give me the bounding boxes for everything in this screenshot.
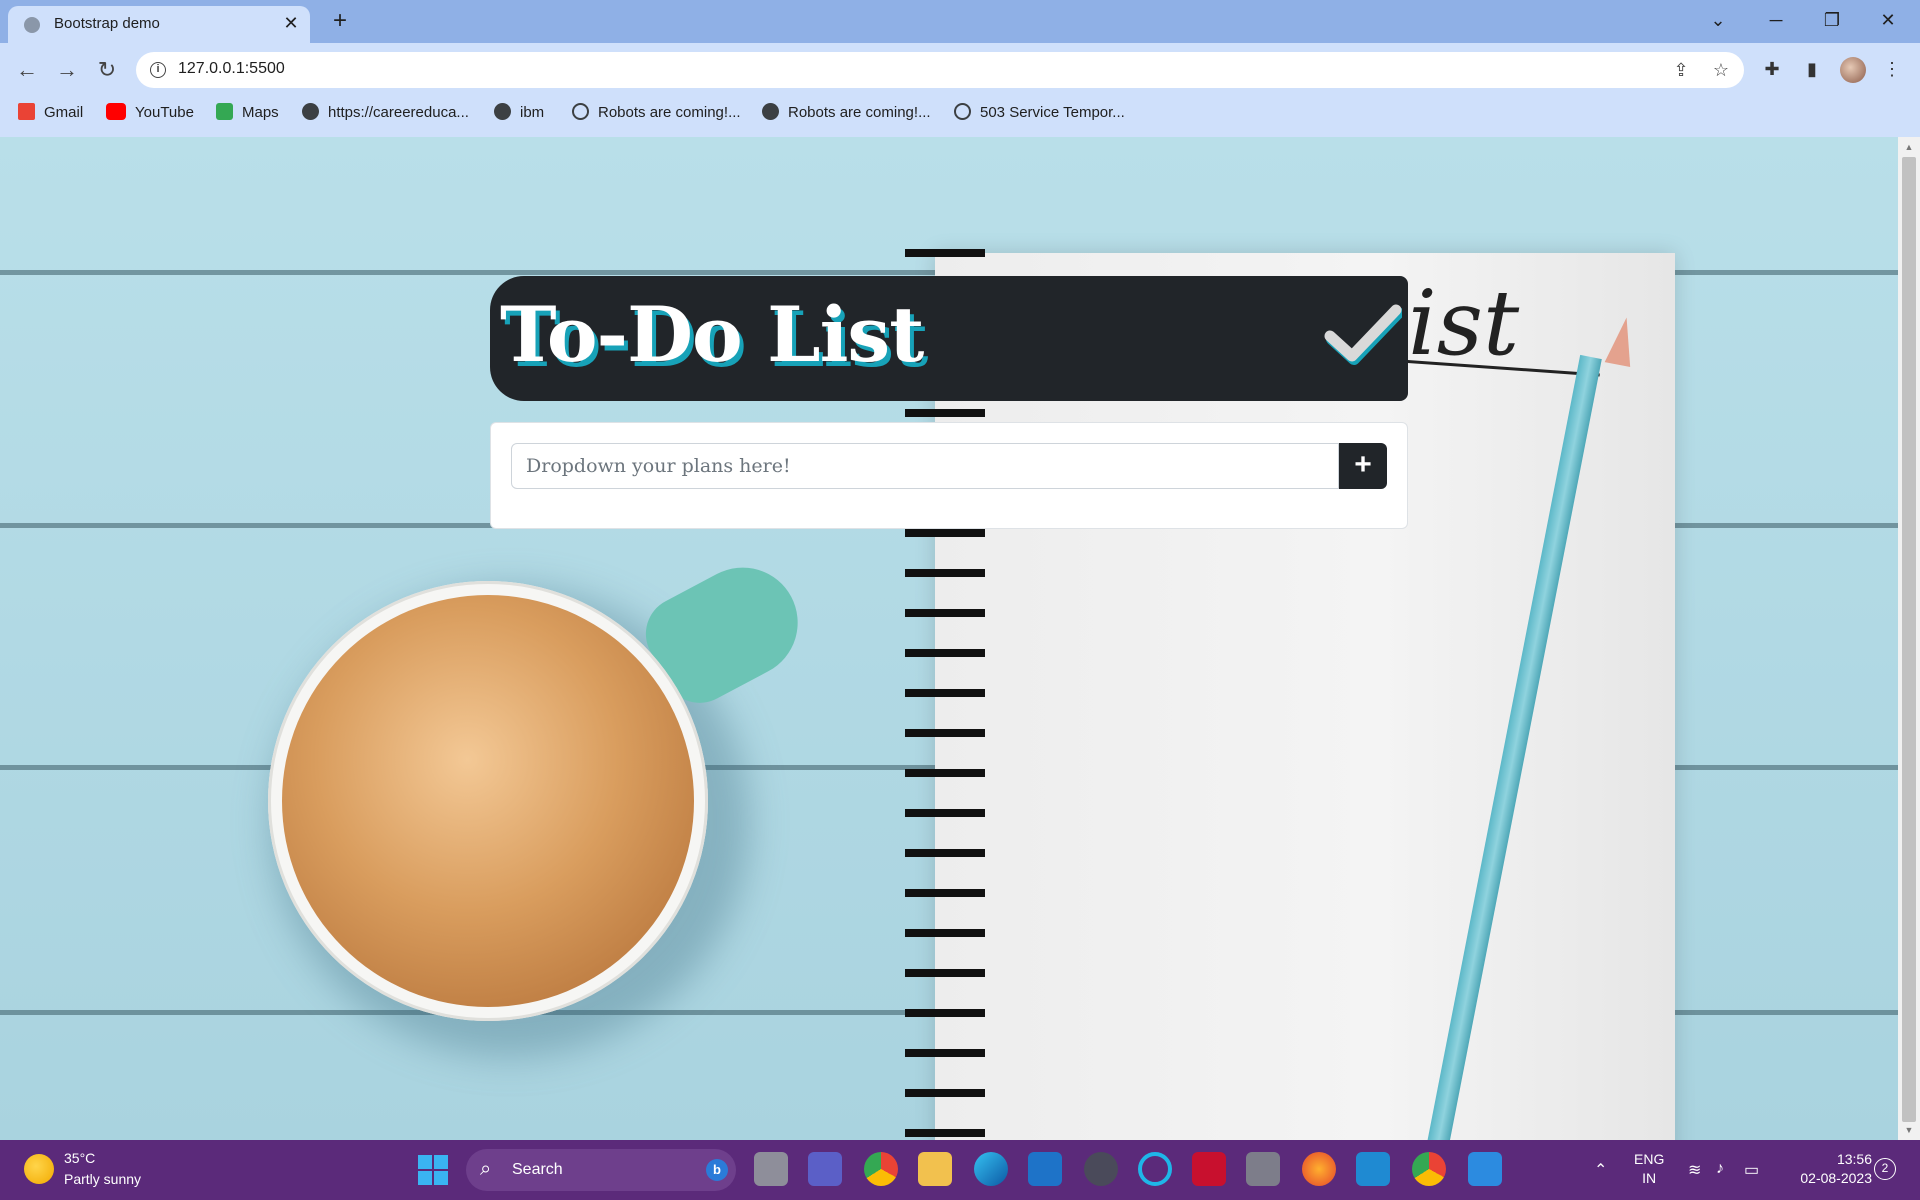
todo-input[interactable] [511,443,1339,489]
globe-icon [494,103,511,120]
close-tab-icon[interactable]: ✕ [280,12,302,34]
extensions-icon[interactable]: ✚ [1758,55,1786,83]
page-title: To-Do List [500,290,924,379]
clock-date: 02-08-2023 [1800,1170,1872,1186]
reload-button[interactable]: ↻ [92,55,122,85]
tab-search-icon[interactable]: ⌄ [1700,4,1736,36]
minimize-button[interactable]: ─ [1758,4,1794,36]
globe-icon [302,103,319,120]
edge-icon[interactable] [974,1152,1008,1186]
browser-tab[interactable]: Bootstrap demo ✕ [8,6,310,43]
task-view-icon[interactable] [754,1152,788,1186]
new-tab-button[interactable]: + [326,8,354,36]
bookmark-503[interactable]: 503 Service Tempor... [954,102,1125,124]
teams-chat-icon[interactable] [808,1152,842,1186]
volume-icon[interactable]: ♪ [1716,1160,1724,1178]
language-code: ENG [1634,1151,1665,1167]
address-url[interactable]: 127.0.0.1:5500 [178,60,285,78]
maps-icon [216,103,233,120]
search-label: Search [512,1161,563,1178]
weather-temperature[interactable]: 35°C [64,1150,95,1166]
checkmark-icon [1324,304,1402,365]
globe-icon [24,17,40,33]
gmail-icon [18,103,35,120]
bookmark-star-icon[interactable]: ☆ [1710,59,1732,81]
forward-button[interactable]: → [52,55,82,85]
chrome-active-icon[interactable] [1412,1152,1446,1186]
microsoft-store-icon[interactable] [1028,1152,1062,1186]
profile-avatar[interactable] [1840,57,1866,83]
bookmark-gmail[interactable]: Gmail [18,102,83,124]
bookmark-maps[interactable]: Maps [216,102,279,124]
address-bar[interactable]: i 127.0.0.1:5500 ⇪ ☆ [136,52,1744,88]
weather-description[interactable]: Partly sunny [64,1171,141,1187]
clock-time: 13:56 [1836,1151,1872,1167]
scroll-thumb[interactable] [1902,157,1916,1122]
sparkle-icon [572,103,589,120]
tab-title: Bootstrap demo [54,15,160,32]
vscode-icon[interactable] [1356,1152,1390,1186]
notification-badge[interactable]: 2 [1874,1158,1896,1180]
taskbar-search[interactable]: ⌕ Search b [466,1149,736,1191]
page-scrollbar[interactable]: ▲ ▼ [1898,137,1920,1140]
browser-toolbar: ← → ↻ i 127.0.0.1:5500 ⇪ ☆ ✚ ▮ ⋮ Gmail Y… [0,43,1920,137]
language-indicator[interactable]: ENG IN [1634,1150,1664,1188]
share-icon[interactable]: ⇪ [1670,59,1692,81]
scroll-up-icon[interactable]: ▲ [1898,139,1920,155]
wifi-icon[interactable]: ≋ [1688,1160,1701,1180]
globe-icon [762,103,779,120]
search-icon: ⌕ [480,1158,492,1180]
close-window-button[interactable]: ✕ [1870,4,1906,36]
photos-icon[interactable] [1468,1152,1502,1186]
scroll-down-icon[interactable]: ▼ [1898,1122,1920,1138]
restore-button[interactable]: ❐ [1814,4,1850,36]
weather-icon[interactable] [24,1154,54,1184]
bookmark-youtube[interactable]: YouTube [106,102,194,124]
coffee-surface [282,595,694,1007]
system-clock[interactable]: 13:56 02-08-2023 [1788,1150,1872,1188]
bookmarks-bar: Gmail YouTube Maps https://careereduca..… [0,98,1920,128]
app-icon[interactable] [1246,1152,1280,1186]
sparkle-icon [954,103,971,120]
tray-overflow-icon[interactable]: ⌃ [1594,1160,1607,1180]
bookmark-robots-2[interactable]: Robots are coming!... [762,102,931,124]
region-code: IN [1642,1170,1657,1186]
mcafee-icon[interactable] [1192,1152,1226,1186]
start-button[interactable] [418,1155,448,1185]
page-viewport: ist To-Do List + [0,137,1898,1140]
chrome-icon[interactable] [864,1152,898,1186]
alexa-icon[interactable] [1138,1152,1172,1186]
info-icon[interactable]: i [150,62,166,78]
dell-icon[interactable] [1084,1152,1118,1186]
bookmark-careereduca[interactable]: https://careereduca... [302,102,469,124]
firefox-icon[interactable] [1302,1152,1336,1186]
side-panel-icon[interactable]: ▮ [1798,55,1826,83]
battery-icon[interactable]: ▭ [1744,1160,1759,1180]
add-task-button[interactable]: + [1339,443,1387,489]
browser-tab-bar: Bootstrap demo ✕ + ⌄ ─ ❐ ✕ [0,0,1920,43]
bookmark-ibm[interactable]: ibm [494,102,544,124]
bookmark-robots-1[interactable]: Robots are coming!... [572,102,741,124]
todo-header: To-Do List [490,276,1408,401]
back-button[interactable]: ← [12,55,42,85]
todo-input-card: + [490,422,1408,529]
windows-taskbar: 35°C Partly sunny ⌕ Search b ⌃ ENG IN ≋ … [0,1140,1920,1200]
youtube-icon [106,103,126,120]
menu-icon[interactable]: ⋮ [1878,55,1906,83]
bing-icon[interactable]: b [706,1159,728,1181]
file-explorer-icon[interactable] [918,1152,952,1186]
